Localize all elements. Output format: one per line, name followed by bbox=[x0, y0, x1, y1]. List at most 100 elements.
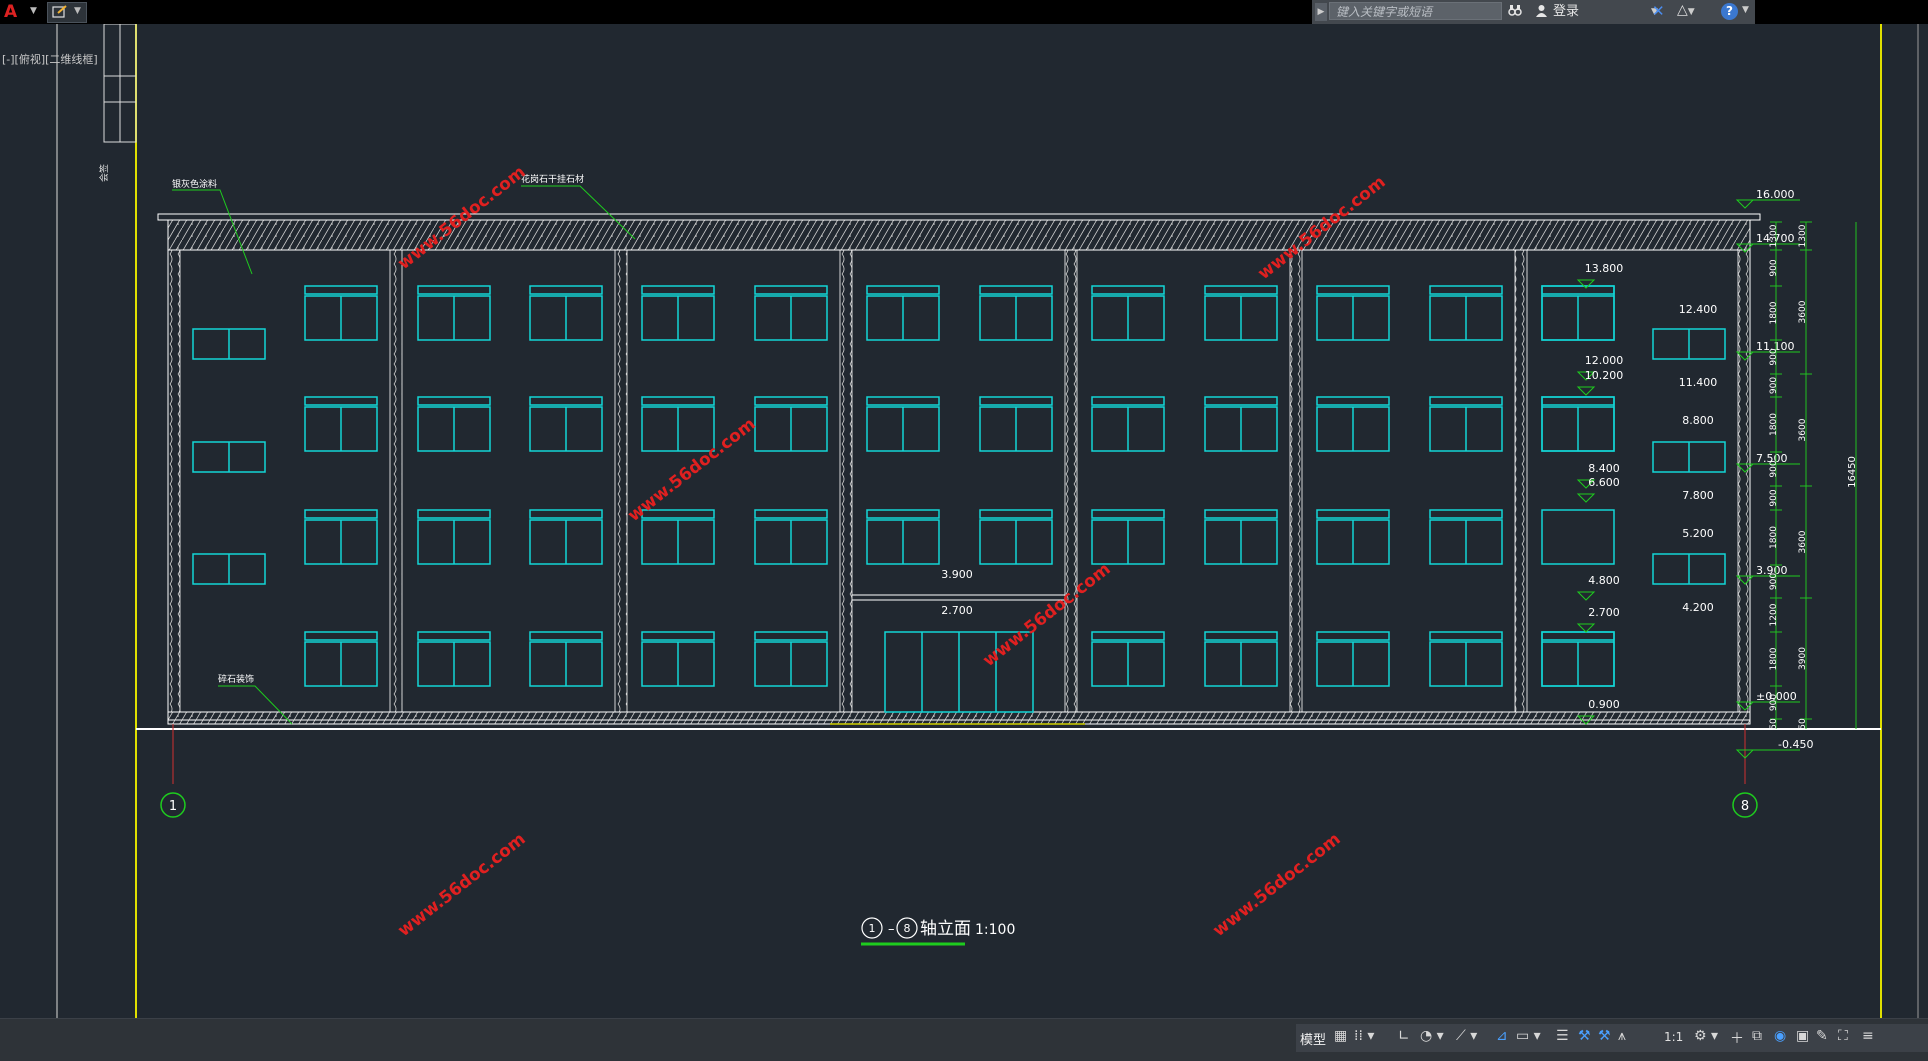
open-file-icon bbox=[52, 5, 68, 22]
dim-label-middle: 3600 bbox=[1798, 418, 1808, 441]
dim-label-middle: 3600 bbox=[1798, 300, 1808, 323]
track-icon[interactable]: ▭ ▾ bbox=[1516, 1028, 1541, 1044]
dim-label-inner: 1300 bbox=[1769, 224, 1779, 247]
menu-icon[interactable]: ≡ bbox=[1862, 1028, 1874, 1044]
small-elevation-label: 11.400 bbox=[1679, 376, 1718, 389]
sign-in-label: 登录 bbox=[1553, 4, 1580, 19]
note-coating: 银灰色涂料 bbox=[172, 178, 217, 190]
axis-label-8: 8 bbox=[1741, 799, 1749, 814]
side-note: 会签 bbox=[98, 164, 110, 182]
drawing-title: 轴立面 bbox=[920, 919, 971, 939]
plus-icon[interactable]: ＋ bbox=[1730, 1028, 1744, 1048]
chevron-down-icon: ▼ bbox=[30, 6, 37, 16]
status-tools: 模型 ▦ ⁞⁞ ▾ ∟ ◔ ▾ ⟋ ▾ ⊿ ▭ ▾ ☰ ⚒ ⚒ ⩚ 1:1 ⚙ … bbox=[1296, 1024, 1928, 1052]
pilaster-7 bbox=[1514, 249, 1528, 713]
settings-icon[interactable]: ⚙ ▾ bbox=[1694, 1028, 1718, 1044]
lineweight-icon[interactable]: ☰ bbox=[1556, 1028, 1569, 1044]
exchange-apps-icon[interactable]: ✕ bbox=[1652, 2, 1665, 20]
dim-label-inner: 1800 bbox=[1769, 413, 1779, 436]
status-bar: 模型 ▦ ⁞⁞ ▾ ∟ ◔ ▾ ⟋ ▾ ⊿ ▭ ▾ ☰ ⚒ ⚒ ⩚ 1:1 ⚙ … bbox=[0, 1018, 1928, 1061]
stair-elevation-label: 8.400 bbox=[1588, 462, 1620, 475]
infocenter-bar: ▶ 键入关键字或短语 登录 ▼ ✕ △▼ ? ▼ bbox=[1312, 0, 1755, 24]
pilaster-3 bbox=[614, 249, 628, 713]
isodraft-icon[interactable]: ⟋ ▾ bbox=[1456, 1028, 1477, 1044]
stair-elevation-label: 4.800 bbox=[1588, 574, 1620, 587]
dim-label-inner: 900 bbox=[1769, 694, 1779, 711]
viewport-label[interactable]: [-][俯视][二维线框] bbox=[2, 51, 98, 67]
dim-label-inner: 900 bbox=[1769, 259, 1779, 276]
elevation-label: 16.000 bbox=[1756, 188, 1795, 201]
dim-label-inner: 900 bbox=[1769, 377, 1779, 394]
small-elevation-label: 7.800 bbox=[1682, 489, 1714, 502]
model-space-button[interactable]: 模型 bbox=[1300, 1029, 1326, 1048]
dim-label-middle: 50 bbox=[1798, 718, 1808, 730]
chevron-down-icon: ▼ bbox=[74, 6, 81, 16]
annotation-scale-select[interactable]: 1:1 bbox=[1664, 1030, 1683, 1044]
elevation-drawing: 会签 1 8银灰色涂料 花岗石干挂石材碎石装饰16.00014.70011.1007… bbox=[0, 24, 1928, 1018]
grid-icon[interactable]: ▦ bbox=[1334, 1028, 1347, 1044]
drawing-canvas[interactable]: 会签 1 8 银灰色涂料 花岗石干挂石材 碎石装饰 16.000 14.700 11.100 7… bbox=[0, 24, 1928, 1036]
small-elevation-label: 4.200 bbox=[1682, 601, 1714, 614]
user-icon bbox=[1536, 5, 1547, 17]
dim-label-inner: 1800 bbox=[1769, 647, 1779, 670]
pilaster-4 bbox=[839, 249, 853, 713]
entrance-elevation-label: 2.700 bbox=[941, 604, 973, 617]
title-bar: A ▼ ▼ ▶ 键入关键字或短语 登录 ▼ ✕ △▼ ? ▼ bbox=[0, 0, 1928, 24]
dim-label-middle: 3900 bbox=[1798, 647, 1808, 670]
dim-label-inner: 50 bbox=[1769, 718, 1779, 730]
binoculars-icon[interactable] bbox=[1508, 3, 1522, 20]
pilaster-5 bbox=[1064, 249, 1078, 713]
stair-elevation-label: 13.800 bbox=[1585, 262, 1624, 275]
parapet bbox=[167, 219, 1751, 251]
dim-label-inner: 900 bbox=[1769, 489, 1779, 506]
title-axis-8: 8 bbox=[904, 922, 911, 935]
dim-label-inner: 1800 bbox=[1769, 301, 1779, 324]
workspace-icon[interactable]: ✎ bbox=[1816, 1028, 1828, 1044]
small-elevation-label: 12.400 bbox=[1679, 303, 1718, 316]
search-input[interactable]: 键入关键字或短语 bbox=[1329, 2, 1502, 20]
pilaster-6 bbox=[1289, 249, 1303, 713]
application-menu-button[interactable]: A ▼ bbox=[0, 0, 44, 24]
dim-label-middle: 3600 bbox=[1798, 530, 1808, 553]
isolate-icon[interactable]: ⧉ bbox=[1752, 1028, 1762, 1044]
transparency-icon[interactable]: ⚒ bbox=[1578, 1028, 1591, 1044]
chevron-down-icon[interactable]: ▼ bbox=[1742, 5, 1749, 15]
hardware-icon[interactable]: ◉ bbox=[1774, 1028, 1786, 1044]
sign-in-button[interactable]: 登录 ▼ bbox=[1536, 2, 1666, 22]
pilaster-1 bbox=[167, 249, 181, 713]
dim-label-inner: 1200 bbox=[1769, 603, 1779, 626]
stair-elevation-label: 12.000 bbox=[1585, 354, 1624, 367]
autodesk-360-icon[interactable]: △▼ bbox=[1677, 2, 1695, 18]
clean-screen-icon[interactable]: ▣ bbox=[1796, 1028, 1809, 1044]
title-dash: – bbox=[888, 922, 895, 937]
quick-access-open-button[interactable]: ▼ bbox=[47, 2, 87, 23]
note-base: 碎石装饰 bbox=[218, 673, 254, 685]
pilaster-2 bbox=[389, 249, 403, 713]
pilaster-8 bbox=[1737, 249, 1751, 713]
note-stone: 花岗石干挂石材 bbox=[521, 173, 584, 185]
dim-label-total: 16450 bbox=[1847, 456, 1858, 488]
ortho-icon[interactable]: ∟ bbox=[1398, 1028, 1410, 1044]
stair-elevation-label: 2.700 bbox=[1588, 606, 1620, 619]
dim-label-inner: 1800 bbox=[1769, 526, 1779, 549]
annotation-icon[interactable]: ⚒ bbox=[1598, 1028, 1611, 1044]
small-elevation-label: 8.800 bbox=[1682, 414, 1714, 427]
stair-elevation-label: 0.900 bbox=[1588, 698, 1620, 711]
dim-label-inner: 900 bbox=[1769, 573, 1779, 590]
dim-label-inner: 900 bbox=[1769, 348, 1779, 365]
entrance-elevation-label: 3.900 bbox=[941, 568, 973, 581]
elevation-label: -0.450 bbox=[1778, 738, 1813, 751]
dim-label-inner: 900 bbox=[1769, 460, 1779, 477]
object-snap-icon[interactable]: ⊿ bbox=[1496, 1028, 1508, 1044]
autocad-logo-icon: A bbox=[4, 2, 18, 22]
small-elevation-label: 5.200 bbox=[1682, 527, 1714, 540]
polar-icon[interactable]: ◔ ▾ bbox=[1420, 1028, 1444, 1044]
help-icon[interactable]: ? bbox=[1721, 3, 1738, 20]
expand-arrow-icon[interactable]: ▶ bbox=[1315, 3, 1327, 21]
annotation-scale-icon[interactable]: ⩚ bbox=[1618, 1028, 1626, 1044]
snap-icon[interactable]: ⁞⁞ ▾ bbox=[1354, 1028, 1374, 1044]
stair-elevation-label: 6.600 bbox=[1588, 476, 1620, 489]
fullscreen-icon[interactable]: ⛶ bbox=[1838, 1028, 1848, 1044]
plinth bbox=[167, 711, 1751, 725]
axis-label-1: 1 bbox=[169, 799, 177, 814]
